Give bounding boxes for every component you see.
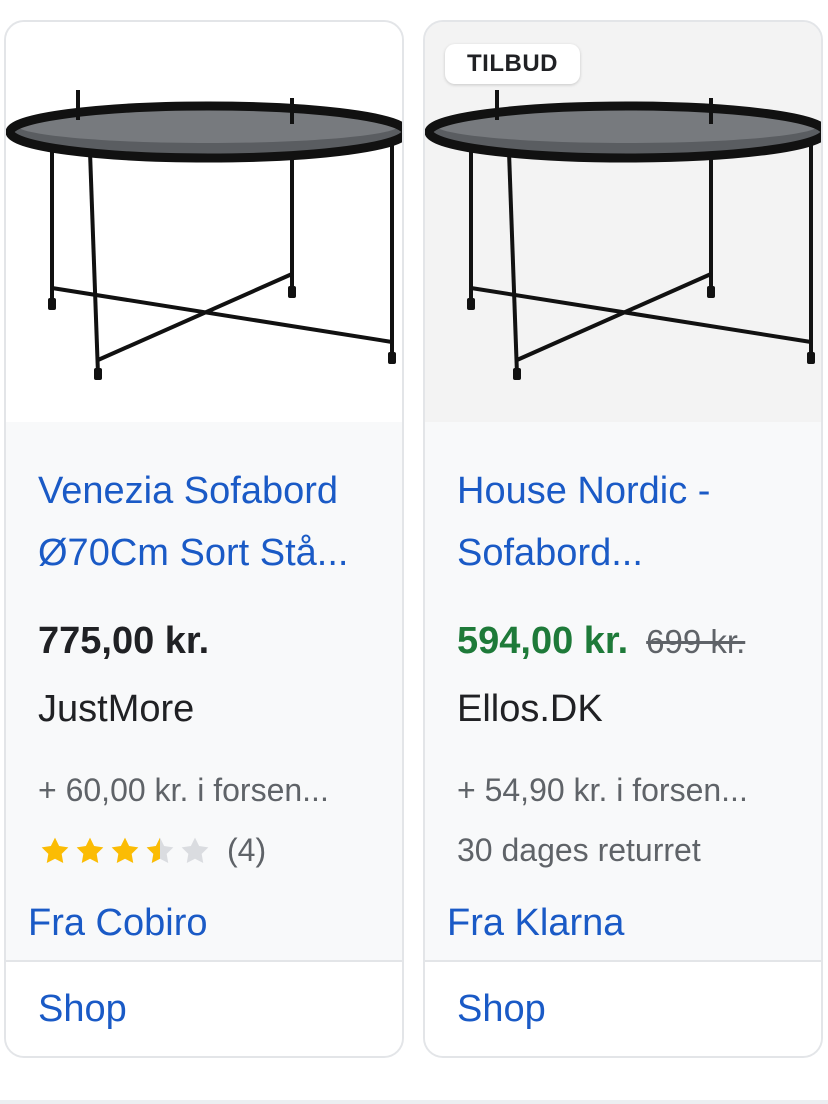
shipping-cost: + 60,00 kr. i forsen... <box>38 772 329 808</box>
shipping-cost: + 54,90 kr. i forsen... <box>457 772 748 808</box>
product-title-line2: Sofabord... <box>457 532 643 574</box>
source-link[interactable]: Fra Cobiro <box>28 902 208 945</box>
shop-button[interactable]: Shop <box>425 962 821 1056</box>
product-image[interactable] <box>6 22 402 422</box>
product-price: 775,00 kr. <box>38 620 210 662</box>
section-divider <box>0 1100 828 1104</box>
original-price: 699 kr. <box>646 623 746 660</box>
product-card-venezia[interactable]: Venezia Sofabord Ø70Cm Sort Stå... 775,0… <box>4 20 404 1058</box>
star-empty-icon <box>181 837 209 863</box>
product-image[interactable]: TILBUD <box>425 22 821 422</box>
source-link[interactable]: Fra Klarna <box>447 902 624 945</box>
rating-row: (4) <box>38 832 266 869</box>
star-full-icon <box>111 837 139 863</box>
product-sale-price: 594,00 kr. <box>457 620 629 662</box>
product-title-link[interactable]: Venezia Sofabord Ø70Cm Sort Stå... <box>38 460 388 584</box>
seller-name: Ellos.DK <box>457 688 603 730</box>
shop-button-label: Shop <box>457 988 546 1030</box>
product-title-line2: Ø70Cm Sort Stå... <box>38 532 349 574</box>
sale-badge: TILBUD <box>445 44 580 84</box>
product-title-line1: House Nordic - <box>457 470 711 512</box>
star-full-icon <box>41 837 69 863</box>
seller-name: JustMore <box>38 688 195 730</box>
star-half-icon <box>146 837 174 863</box>
coffee-table-image <box>6 90 402 380</box>
shop-button[interactable]: Shop <box>6 962 402 1056</box>
rating-stars <box>38 835 213 867</box>
shop-button-label: Shop <box>38 988 127 1030</box>
product-title-link[interactable]: House Nordic - Sofabord... <box>457 460 807 584</box>
product-title-line1: Venezia Sofabord <box>38 470 339 512</box>
star-full-icon <box>76 837 104 863</box>
product-card-house-nordic[interactable]: TILBUD House Nordic - Sofabord... 594,00… <box>423 20 823 1058</box>
return-policy: 30 dages returret <box>457 832 701 868</box>
review-count: (4) <box>227 832 267 868</box>
